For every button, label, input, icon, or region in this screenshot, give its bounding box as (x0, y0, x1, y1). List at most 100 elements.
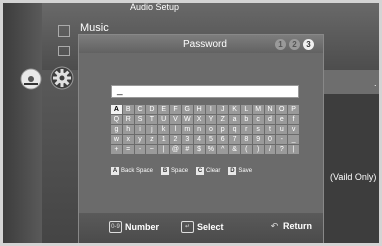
keyboard-key[interactable]: e (276, 115, 288, 124)
keyboard-key[interactable]: J (217, 105, 229, 114)
keyboard-key[interactable]: k (158, 125, 170, 134)
command-label: Space (171, 168, 189, 174)
keyboard-key[interactable]: h (122, 125, 134, 134)
keyboard-key[interactable]: p (217, 125, 229, 134)
keyboard-key[interactable]: % (205, 145, 217, 154)
keyboard-command[interactable]: B Space (161, 167, 188, 175)
keyboard-key[interactable]: B (122, 105, 134, 114)
keyboard-key[interactable]: Z (217, 115, 229, 124)
password-input[interactable]: _ (111, 85, 299, 98)
keyboard-key[interactable]: ~ (146, 145, 158, 154)
gear-icon[interactable] (50, 66, 74, 90)
keyboard-key[interactable]: 1 (158, 135, 170, 144)
keyboard-key[interactable]: x (122, 135, 134, 144)
keyboard-row: + = - ~ | @ # $% ^ &() /? | (111, 145, 299, 154)
keyboard-key[interactable]: q (229, 125, 240, 134)
navigation-bar: 0-9 Number ↵ Select ↶ Return (79, 213, 323, 245)
keyboard-key[interactable]: 8 (240, 135, 252, 144)
keyboard-key[interactable]: & (229, 145, 240, 154)
keyboard-key[interactable]: M (252, 105, 264, 114)
number-label: Number (125, 222, 160, 232)
keyboard-key[interactable]: / (264, 145, 276, 154)
keyboard-key[interactable]: 0 (264, 135, 276, 144)
keyboard-key[interactable]: 2 (170, 135, 181, 144)
keyboard-key[interactable]: G (181, 105, 193, 114)
keyboard-key[interactable]: L (240, 105, 252, 114)
keyboard-key[interactable]: E (158, 105, 170, 114)
keyboard-key[interactable]: U (158, 115, 170, 124)
keyboard-command[interactable]: A Back Space (111, 167, 153, 175)
keyboard-key[interactable]: W (181, 115, 193, 124)
keyboard-key[interactable]: N (264, 105, 276, 114)
keyboard-key[interactable]: S (134, 115, 146, 124)
keyboard-key[interactable]: y (134, 135, 146, 144)
command-key-badge: D (228, 167, 237, 175)
keyboard-key[interactable]: T (146, 115, 158, 124)
keyboard-key[interactable]: P (288, 105, 299, 114)
keyboard-key[interactable]: f (288, 115, 299, 124)
command-label: Clear (206, 168, 221, 174)
keyboard-key[interactable]: 9 (252, 135, 264, 144)
keyboard-key[interactable]: - (134, 145, 146, 154)
keyboard-key[interactable]: I (205, 105, 217, 114)
keyboard-key[interactable]: i (134, 125, 146, 134)
keyboard-key[interactable]: s (252, 125, 264, 134)
keyboard-row: w x y z 1 2 3 4 5 6 7 8 9 0- _ (111, 135, 299, 144)
keyboard-key[interactable]: D (146, 105, 158, 114)
keyboard-key[interactable]: - (276, 135, 288, 144)
keyboard-key[interactable]: c (252, 115, 264, 124)
keyboard-key[interactable]: C (134, 105, 146, 114)
keyboard-key[interactable]: 7 (229, 135, 240, 144)
keyboard-key[interactable]: b (240, 115, 252, 124)
keyboard-key[interactable]: R (122, 115, 134, 124)
keyboard-command[interactable]: C Clear (196, 167, 220, 175)
keyboard-key[interactable]: K (229, 105, 240, 114)
keyboard-key[interactable]: d (264, 115, 276, 124)
command-key-badge: B (161, 167, 170, 175)
keyboard-key[interactable]: t (264, 125, 276, 134)
keyboard-key[interactable]: ^ (217, 145, 229, 154)
keyboard-key[interactable]: = (122, 145, 134, 154)
keyboard-key[interactable]: # (181, 145, 193, 154)
keyboard-key[interactable]: j (146, 125, 158, 134)
keyboard-key[interactable]: _ (288, 135, 299, 144)
keyboard-key[interactable]: 6 (217, 135, 229, 144)
keyboard-key[interactable]: Y (205, 115, 217, 124)
keyboard-key[interactable]: V (170, 115, 181, 124)
keyboard-key[interactable]: n (193, 125, 205, 134)
keyboard-key[interactable]: @ (170, 145, 181, 154)
keyboard-key[interactable]: a (229, 115, 240, 124)
keyboard-key[interactable]: o (205, 125, 217, 134)
keyboard-key[interactable]: 4 (193, 135, 205, 144)
keyboard-key[interactable]: F (170, 105, 181, 114)
keyboard-key[interactable]: r (240, 125, 252, 134)
left-column (0, 0, 42, 246)
enter-icon: ↵ (181, 221, 194, 233)
keyboard-key[interactable]: l (170, 125, 181, 134)
keyboard-key[interactable]: u (276, 125, 288, 134)
keyboard-key[interactable]: m (181, 125, 193, 134)
virtual-keyboard: ABCDEFGHIJKLMNOP QRSTUVWXYZabcdef ghijklmn… (111, 105, 299, 155)
keyboard-key[interactable]: ( (240, 145, 252, 154)
keyboard-key[interactable]: w (111, 135, 122, 144)
keyboard-key[interactable]: 5 (205, 135, 217, 144)
keyboard-key[interactable]: ) (252, 145, 264, 154)
keyboard-key[interactable]: g (111, 125, 122, 134)
keyboard-command[interactable]: D Save (228, 167, 252, 175)
keyboard-key[interactable]: A (111, 105, 122, 114)
keyboard-key[interactable]: ? (276, 145, 288, 154)
keyboard-key[interactable]: O (276, 105, 288, 114)
keyboard-key[interactable]: v (288, 125, 299, 134)
keyboard-key[interactable]: + (111, 145, 122, 154)
step-1: 1 (275, 39, 286, 50)
audio-setup-label: Audio Setup (130, 2, 180, 12)
keyboard-key[interactable]: z (146, 135, 158, 144)
keyboard-key[interactable]: 3 (181, 135, 193, 144)
keyboard-key[interactable]: $ (193, 145, 205, 154)
keyboard-key[interactable]: | (158, 145, 170, 154)
select-label: Select (197, 222, 224, 232)
keyboard-key[interactable]: | (288, 145, 299, 154)
keyboard-key[interactable]: Q (111, 115, 122, 124)
keyboard-key[interactable]: H (193, 105, 205, 114)
keyboard-key[interactable]: X (193, 115, 205, 124)
